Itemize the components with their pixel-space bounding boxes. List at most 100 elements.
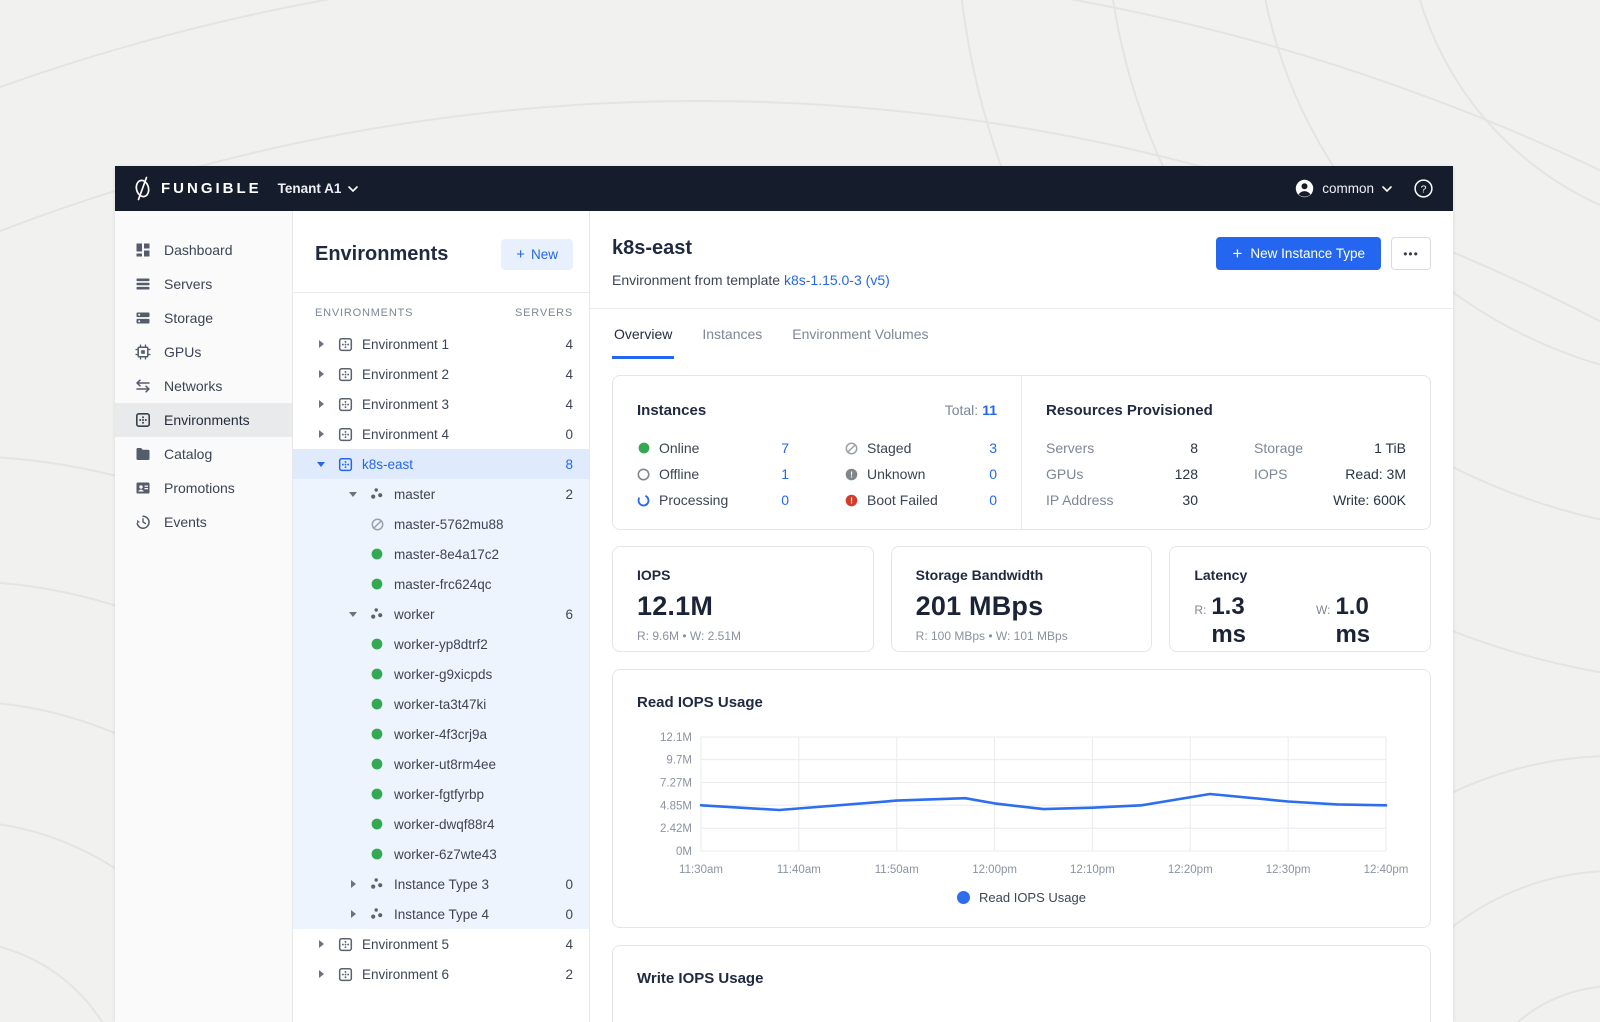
servers-column-header: SERVERS [515,307,573,319]
tree-row-instance-type-4[interactable]: Instance Type 40 [293,899,589,929]
more-actions-button[interactable]: ••• [1391,237,1431,270]
latency-prefix: W: [1316,603,1330,617]
help-icon[interactable]: ? [1414,179,1433,198]
sidebar-item-storage[interactable]: Storage [115,301,292,335]
tree-row-worker-ut8rm4ee[interactable]: worker-ut8rm4ee [293,749,589,779]
svg-text:11:50am: 11:50am [875,864,919,876]
tree-row-master[interactable]: master2 [293,479,589,509]
status-count[interactable]: 0 [989,466,997,482]
sidebar-item-label: Networks [164,378,222,394]
new-instance-type-button[interactable]: + New Instance Type [1216,237,1381,270]
caret-right-icon[interactable] [347,910,359,918]
panel-title: Environments [315,243,448,266]
latency-pair: W: 1.0 ms [1316,593,1406,649]
tree-row-k8s-east[interactable]: k8s-east8 [293,449,589,479]
instances-card-title: Instances [637,402,706,419]
tree-row-master-frc624qc[interactable]: master-frc624qc [293,569,589,599]
tree-row-master-8e4a17c2[interactable]: master-8e4a17c2 [293,539,589,569]
tree-row-environment-4[interactable]: Environment 40 [293,419,589,449]
tab-environment-volumes[interactable]: Environment Volumes [790,309,930,359]
template-link[interactable]: k8s-1.15.0-3 (v5) [784,272,890,288]
status-count[interactable]: 0 [781,492,789,508]
tree-row-worker-6z7wte43[interactable]: worker-6z7wte43 [293,839,589,869]
sidebar-item-catalog[interactable]: Catalog [115,437,292,471]
environment-icon [337,367,353,382]
caret-right-icon[interactable] [315,940,327,948]
tree-row-environment-3[interactable]: Environment 34 [293,389,589,419]
status-label: Unknown [867,466,925,482]
legend-label: Read IOPS Usage [979,890,1086,905]
user-menu[interactable]: common [1295,179,1392,198]
tenant-selector[interactable]: Tenant A1 [278,181,359,196]
tree-row-master-5762mu88[interactable]: master-5762mu88 [293,509,589,539]
status-label: Offline [659,466,699,482]
caret-right-icon[interactable] [315,970,327,978]
caret-right-icon[interactable] [315,430,327,438]
environment-icon [337,937,353,952]
caret-right-icon[interactable] [315,400,327,408]
resource-label: GPUs [1046,466,1083,482]
tree-row-worker-dwqf88r4[interactable]: worker-dwqf88r4 [293,809,589,839]
tree-node-label: worker-6z7wte43 [394,847,497,862]
status-count[interactable]: 3 [989,440,997,456]
tree-row-instance-type-3[interactable]: Instance Type 30 [293,869,589,899]
svg-text:9.7M: 9.7M [666,755,692,767]
caret-right-icon[interactable] [347,880,359,888]
new-environment-button[interactable]: + New [501,239,573,270]
tree-row-worker-yp8dtrf2[interactable]: worker-yp8dtrf2 [293,629,589,659]
read-iops-chart: 12.1M9.7M7.27M4.85M2.42M0M11:30am11:40am… [637,717,1406,886]
sidebar-item-label: Dashboard [164,242,233,258]
tab-instances[interactable]: Instances [700,309,764,359]
caret-down-icon[interactable] [347,492,359,497]
environment-icon [337,427,353,442]
sidebar-item-environments[interactable]: Environments [115,403,292,437]
caret-right-icon[interactable] [315,340,327,348]
tree-row-worker[interactable]: worker6 [293,599,589,629]
sidebar-item-label: GPUs [164,344,201,360]
servers-icon [135,276,151,292]
metric-label: Storage Bandwidth [916,567,1128,583]
sidebar-item-label: Catalog [164,446,212,462]
tree-node-label: k8s-east [362,457,413,472]
resource-value: 1 TiB [1374,440,1406,456]
caret-right-icon[interactable] [315,370,327,378]
status-count[interactable]: 0 [989,492,997,508]
sidebar-item-events[interactable]: Events [115,505,292,539]
caret-down-icon[interactable] [315,462,327,467]
dashboard-icon [135,242,151,258]
tree-row-worker-fgtfyrbp[interactable]: worker-fgtfyrbp [293,779,589,809]
status-offline-icon [637,468,650,481]
tree-row-worker-4f3crj9a[interactable]: worker-4f3crj9a [293,719,589,749]
caret-down-icon[interactable] [347,612,359,617]
tree-node-label: Instance Type 4 [394,907,489,922]
resources-card-title: Resources Provisioned [1046,402,1213,419]
tree-node-label: master-frc624qc [394,577,492,592]
tab-overview[interactable]: Overview [612,309,674,359]
status-count[interactable]: 7 [781,440,789,456]
sidebar-item-gpus[interactable]: GPUs [115,335,292,369]
sidebar-item-promotions[interactable]: Promotions [115,471,292,505]
sidebar-item-networks[interactable]: Networks [115,369,292,403]
tree-row-environment-1[interactable]: Environment 14 [293,329,589,359]
sidebar-item-label: Events [164,514,207,530]
latency-value: 1.0 ms [1335,593,1406,649]
status-processing-icon [637,494,650,507]
instance-type-icon [369,487,385,501]
status-boot-failed-icon: ! [845,494,858,507]
tree-row-environment-5[interactable]: Environment 54 [293,929,589,959]
tree-row-worker-g9xicpds[interactable]: worker-g9xicpds [293,659,589,689]
status-count[interactable]: 1 [781,466,789,482]
instances-total-value[interactable]: 11 [982,402,997,418]
status-online-icon [369,668,385,680]
chart-legend: Read IOPS Usage [637,886,1406,913]
metric-card-latency: LatencyR:1.3 msW:1.0 ms [1169,546,1431,652]
sidebar-item-servers[interactable]: Servers [115,267,292,301]
resource-row-ip-address: IP Address30 [1046,487,1198,513]
sidebar-item-dashboard[interactable]: Dashboard [115,233,292,267]
resource-row-storage: Storage1 TiB [1254,435,1406,461]
tab-bar: Overview Instances Environment Volumes [590,308,1453,359]
tree-row-environment-2[interactable]: Environment 24 [293,359,589,389]
tree-row-environment-6[interactable]: Environment 62 [293,959,589,989]
tree-row-worker-ta3t47ki[interactable]: worker-ta3t47ki [293,689,589,719]
metric-label: Latency [1194,567,1406,583]
